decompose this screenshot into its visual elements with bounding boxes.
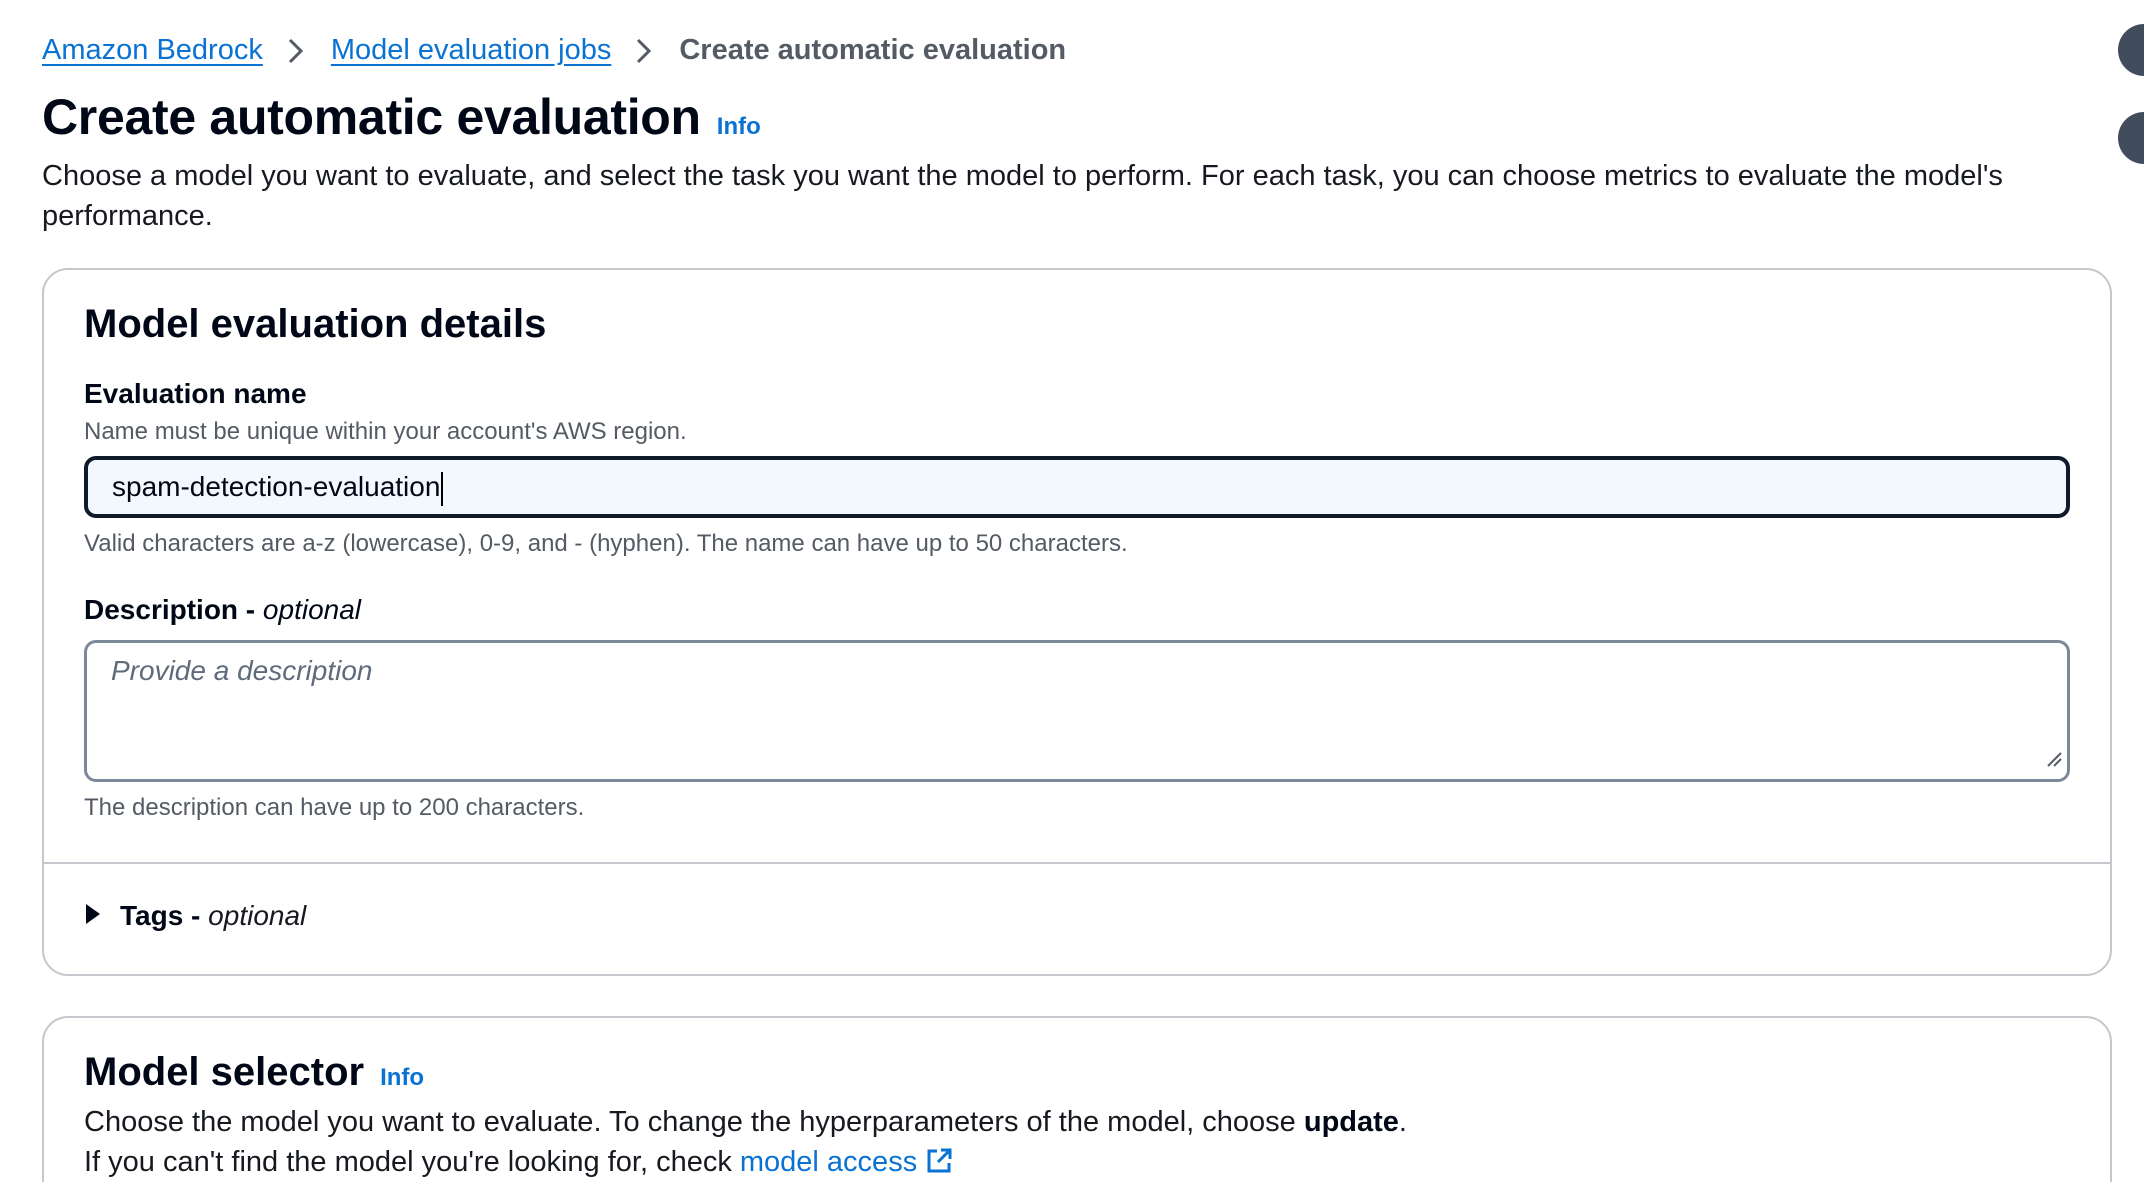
selector-heading: Model selector	[84, 1050, 365, 1094]
chevron-right-icon	[275, 30, 319, 70]
description-constraint: The description can have up to 200 chara…	[84, 794, 585, 821]
selector-info-link[interactable]: Info	[380, 1064, 424, 1092]
breadcrumb-model-evaluation-jobs[interactable]: Model evaluation jobs	[331, 30, 612, 70]
selector-header: Model selector Info	[84, 1050, 424, 1095]
page-description: Choose a model you want to evaluate, and…	[42, 160, 2003, 232]
model-selector-card: Model selector Info Choose the model you…	[42, 1016, 2112, 1182]
description-placeholder: Provide a description	[111, 655, 373, 686]
selector-update-keyword: update	[1303, 1106, 1399, 1138]
selector-line1-text: Choose the model you want to evaluate. T…	[84, 1106, 1296, 1138]
selector-description-line-1: Choose the model you want to evaluate. T…	[84, 1102, 1407, 1142]
description-label-text: Description -	[84, 594, 256, 625]
description-label: Description - optional	[84, 594, 361, 626]
description-textarea[interactable]: Provide a description	[84, 640, 2070, 782]
resize-handle-icon[interactable]	[2045, 743, 2063, 775]
chevron-right-icon	[623, 30, 667, 70]
selector-line1-suffix: .	[1398, 1106, 1407, 1138]
evaluation-name-constraint: Valid characters are a-z (lowercase), 0-…	[84, 530, 1128, 557]
page-title: Create automatic evaluation	[42, 89, 701, 145]
text-caret	[441, 471, 444, 506]
external-link-icon	[925, 1146, 953, 1178]
evaluation-name-hint: Name must be unique within your account'…	[84, 418, 687, 445]
evaluation-name-input[interactable]: spam-detection-evaluation	[84, 456, 2070, 518]
page: Amazon Bedrock Model evaluation jobs Cre…	[0, 0, 2144, 1182]
tags-label: Tags -	[120, 900, 201, 931]
tags-optional: optional	[208, 900, 307, 931]
description-optional: optional	[262, 594, 362, 625]
breadcrumb-current: Create automatic evaluation	[679, 34, 1067, 66]
tags-expander[interactable]: Tags - optional	[84, 900, 306, 932]
selector-line2-text: If you can't find the model you're looki…	[84, 1146, 732, 1178]
breadcrumb: Amazon Bedrock Model evaluation jobs Cre…	[42, 30, 1066, 70]
page-header: Create automatic evaluation Info	[42, 88, 761, 146]
caret-right-icon	[84, 900, 102, 932]
selector-description-line-2: If you can't find the model you're looki…	[84, 1142, 953, 1182]
section-divider	[44, 862, 2110, 864]
page-info-link[interactable]: Info	[717, 113, 761, 141]
model-evaluation-details-card: Model evaluation details Evaluation name…	[42, 268, 2112, 976]
edge-control[interactable]	[2118, 24, 2144, 76]
breadcrumb-amazon-bedrock[interactable]: Amazon Bedrock	[42, 30, 263, 70]
evaluation-name-value: spam-detection-evaluation	[112, 471, 441, 502]
edge-control[interactable]	[2118, 112, 2144, 164]
model-access-link[interactable]: model access	[740, 1146, 953, 1178]
evaluation-name-label: Evaluation name	[84, 378, 307, 409]
model-access-label: model access	[739, 1146, 918, 1178]
details-heading: Model evaluation details	[84, 302, 547, 346]
